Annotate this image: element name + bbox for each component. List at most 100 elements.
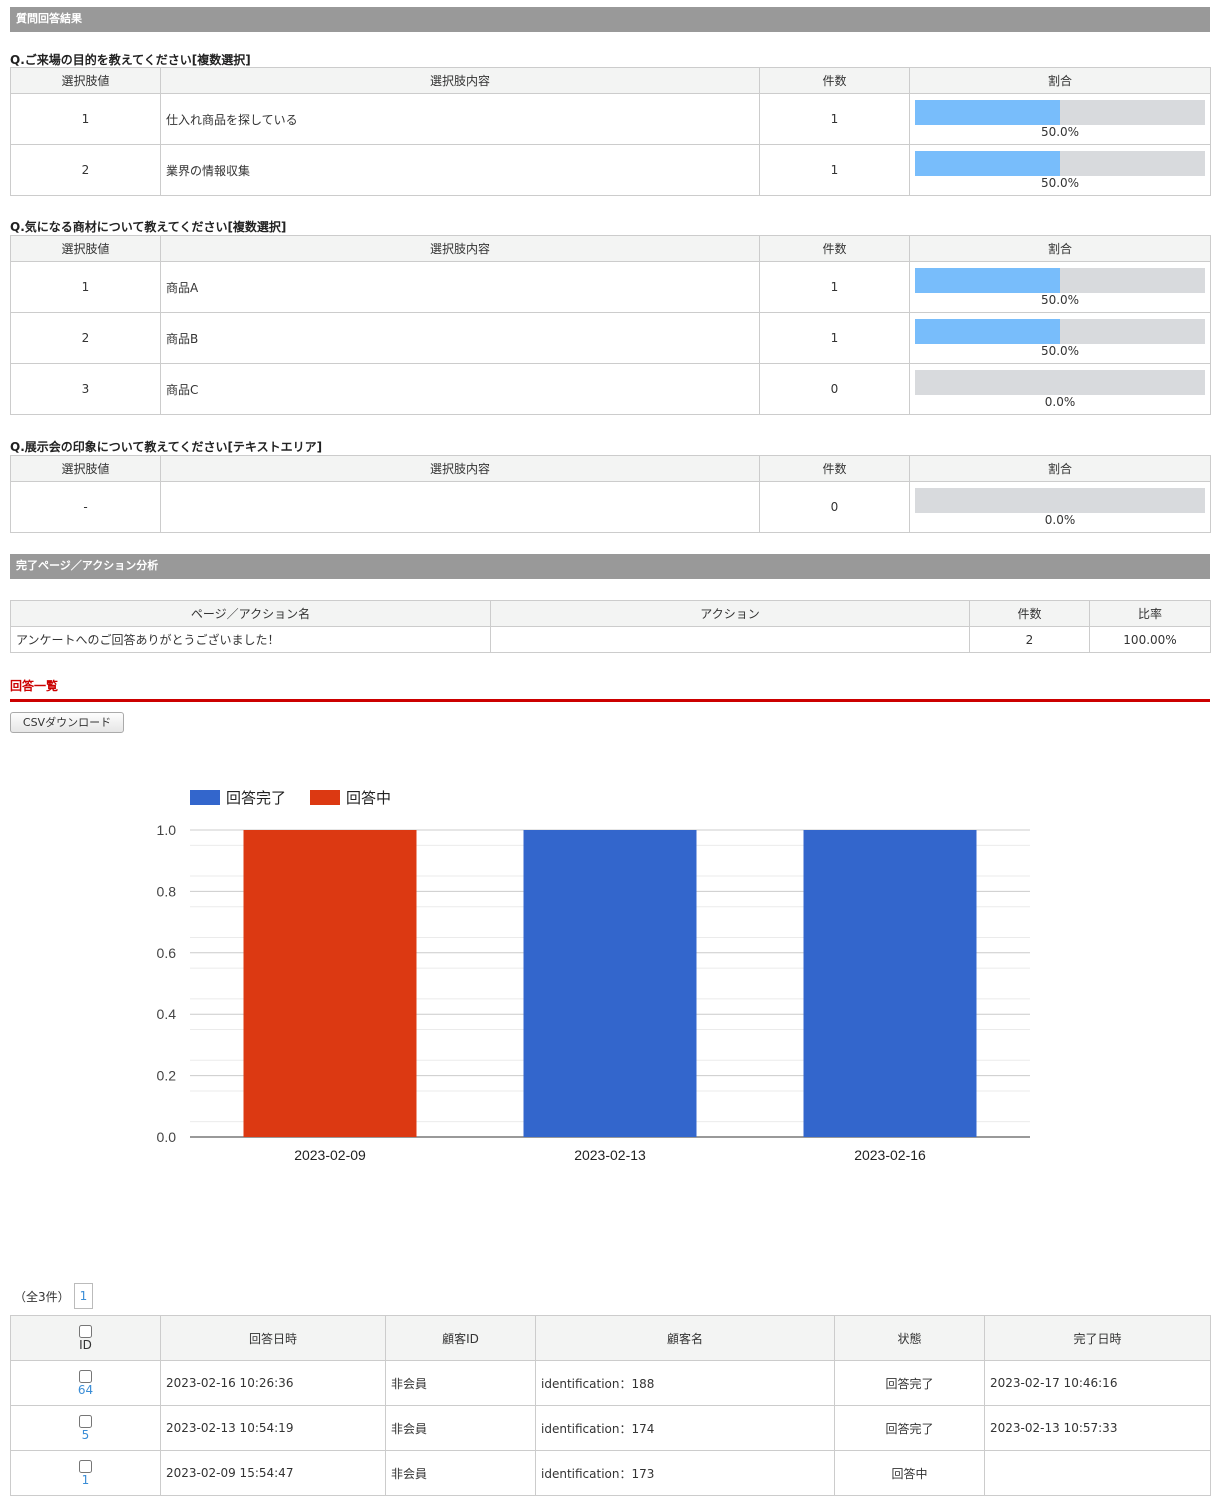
col-header-completed-at: 完了日時 [984,1315,1211,1361]
choice-content: 商品A [160,261,760,313]
completed-at: 2023-02-13 10:57:33 [984,1405,1211,1451]
col-header-status: 状態 [834,1315,985,1361]
ratio-percent: 0.0% [1044,394,1076,409]
action-count: 2 [969,626,1090,653]
legend-swatch [190,790,220,805]
page-link-1[interactable]: 1 [74,1283,93,1309]
customer-id: 非会員 [385,1360,536,1406]
ratio-percent: 0.0% [1044,512,1076,527]
table-header-row: ページ／アクション名 アクション 件数 比率 [10,600,1211,627]
bar-complete [523,830,697,1137]
choice-content [160,481,760,533]
choice-ratio: 50.0% [909,261,1211,313]
customer-id: 非会員 [385,1450,536,1496]
col-header-answered-at: 回答日時 [160,1315,386,1361]
choice-ratio: 50.0% [909,312,1211,364]
csv-download-button[interactable]: CSVダウンロード [10,712,124,733]
action-rate: 100.00% [1089,626,1211,653]
select-all-checkbox[interactable] [79,1324,92,1338]
row-id-cell: 1 [10,1450,161,1496]
customer-name: identification：188 [535,1360,835,1406]
total-count: （全3件） [14,1290,70,1304]
col-header-id: ID [10,1315,161,1361]
question-title-2: Q.気になる商材について教えてください[複数選択] [10,220,287,234]
y-tick-label: 0.6 [157,945,177,961]
table-row: 3 商品C 0 0.0% [10,363,1211,415]
ratio-percent: 50.0% [1040,343,1080,358]
answered-at: 2023-02-13 10:54:19 [160,1405,386,1451]
col-header-content: 選択肢内容 [160,67,760,94]
answers-bar-chart: 0.0 0.2 0.4 0.6 0.8 1.0 2023-02-09 2023-02-13 20… [157,790,1030,1163]
page-action-name: アンケートへのご回答ありがとうございました！ [10,626,491,653]
action-value [490,626,970,653]
row-checkbox[interactable] [79,1369,92,1383]
row-id-cell: 5 [10,1405,161,1451]
table-row: 1 2023-02-09 15:54:47 非会員 identification… [10,1450,1211,1496]
col-header-content: 選択肢内容 [160,235,760,262]
status: 回答完了 [834,1360,985,1406]
col-header-count: 件数 [969,600,1090,627]
col-header-value: 選択肢値 [10,67,161,94]
ratio-bar [915,267,1205,293]
answered-at: 2023-02-16 10:26:36 [160,1360,386,1406]
table-header-row: 選択肢値 選択肢内容 件数 割合 [10,67,1211,94]
ratio-bar-fill [915,267,1060,293]
question-table-1: 選択肢値 選択肢内容 件数 割合 1 仕入れ商品を探している 1 50.0% 2… [10,67,1211,196]
question-title-3: Q.展示会の印象について教えてください[テキストエリア] [10,440,323,454]
choice-value: 2 [10,144,161,196]
divider [10,699,1210,702]
table-row: 5 2023-02-13 10:54:19 非会員 identification… [10,1405,1211,1451]
table-row: 1 仕入れ商品を探している 1 50.0% [10,93,1211,145]
question-table-2: 選択肢値 選択肢内容 件数 割合 1 商品A 1 50.0% 2 商品B 1 5… [10,235,1211,415]
answers-list-title: 回答一覧 [10,679,59,693]
y-tick-label: 0.4 [157,1006,177,1022]
legend-label: 回答中 [346,790,391,807]
choice-count: 1 [759,93,910,145]
answer-id-link[interactable]: 1 [16,1473,155,1487]
customer-name: identification：174 [535,1405,835,1451]
ratio-bar [915,150,1205,176]
ratio-bar [915,318,1205,344]
choice-count: 1 [759,261,910,313]
answer-id-link[interactable]: 5 [16,1428,155,1442]
choice-count: 1 [759,312,910,364]
table-row: 2 業界の情報収集 1 50.0% [10,144,1211,196]
legend-swatch [310,790,340,805]
action-table: ページ／アクション名 アクション 件数 比率 アンケートへのご回答ありがとうござ… [10,600,1211,653]
choice-content: 仕入れ商品を探している [160,93,760,145]
col-header-ratio: 割合 [909,455,1211,482]
bar-complete [803,830,977,1137]
col-header-ratio: 割合 [909,235,1211,262]
question-title-1: Q.ご来場の目的を教えてください[複数選択] [10,53,251,67]
status: 回答完了 [834,1405,985,1451]
ratio-percent: 50.0% [1040,175,1080,190]
row-checkbox[interactable] [79,1414,92,1428]
y-tick-label: 1.0 [157,822,177,838]
bar-in-progress [243,830,417,1137]
table-row: 1 商品A 1 50.0% [10,261,1211,313]
ratio-bar [915,369,1205,395]
y-tick-label: 0.0 [157,1129,177,1145]
ratio-percent: 50.0% [1040,292,1080,307]
col-header-id-label: ID [79,1337,92,1352]
choice-ratio: 50.0% [909,144,1211,196]
row-id-cell: 64 [10,1360,161,1406]
choice-content: 商品B [160,312,760,364]
choice-ratio: 50.0% [909,93,1211,145]
answered-at: 2023-02-09 15:54:47 [160,1450,386,1496]
col-header-count: 件数 [759,455,910,482]
section-header-action-analysis: 完了ページ／アクション分析 [10,554,1210,579]
col-header-action: アクション [490,600,970,627]
choice-value: 2 [10,312,161,364]
col-header-content: 選択肢内容 [160,455,760,482]
y-tick-label: 0.8 [157,883,177,899]
completed-at [984,1450,1211,1496]
status: 回答中 [834,1450,985,1496]
answers-table: ID 回答日時 顧客ID 顧客名 状態 完了日時 64 2023-02-16 1… [10,1315,1211,1496]
answer-id-link[interactable]: 64 [16,1383,155,1397]
row-checkbox[interactable] [79,1459,92,1473]
table-header-row: ID 回答日時 顧客ID 顧客名 状態 完了日時 [10,1315,1211,1361]
x-tick-label: 2023-02-13 [574,1147,646,1163]
table-header-row: 選択肢値 選択肢内容 件数 割合 [10,455,1211,482]
question-table-3: 選択肢値 選択肢内容 件数 割合 - 0 0.0% [10,455,1211,533]
